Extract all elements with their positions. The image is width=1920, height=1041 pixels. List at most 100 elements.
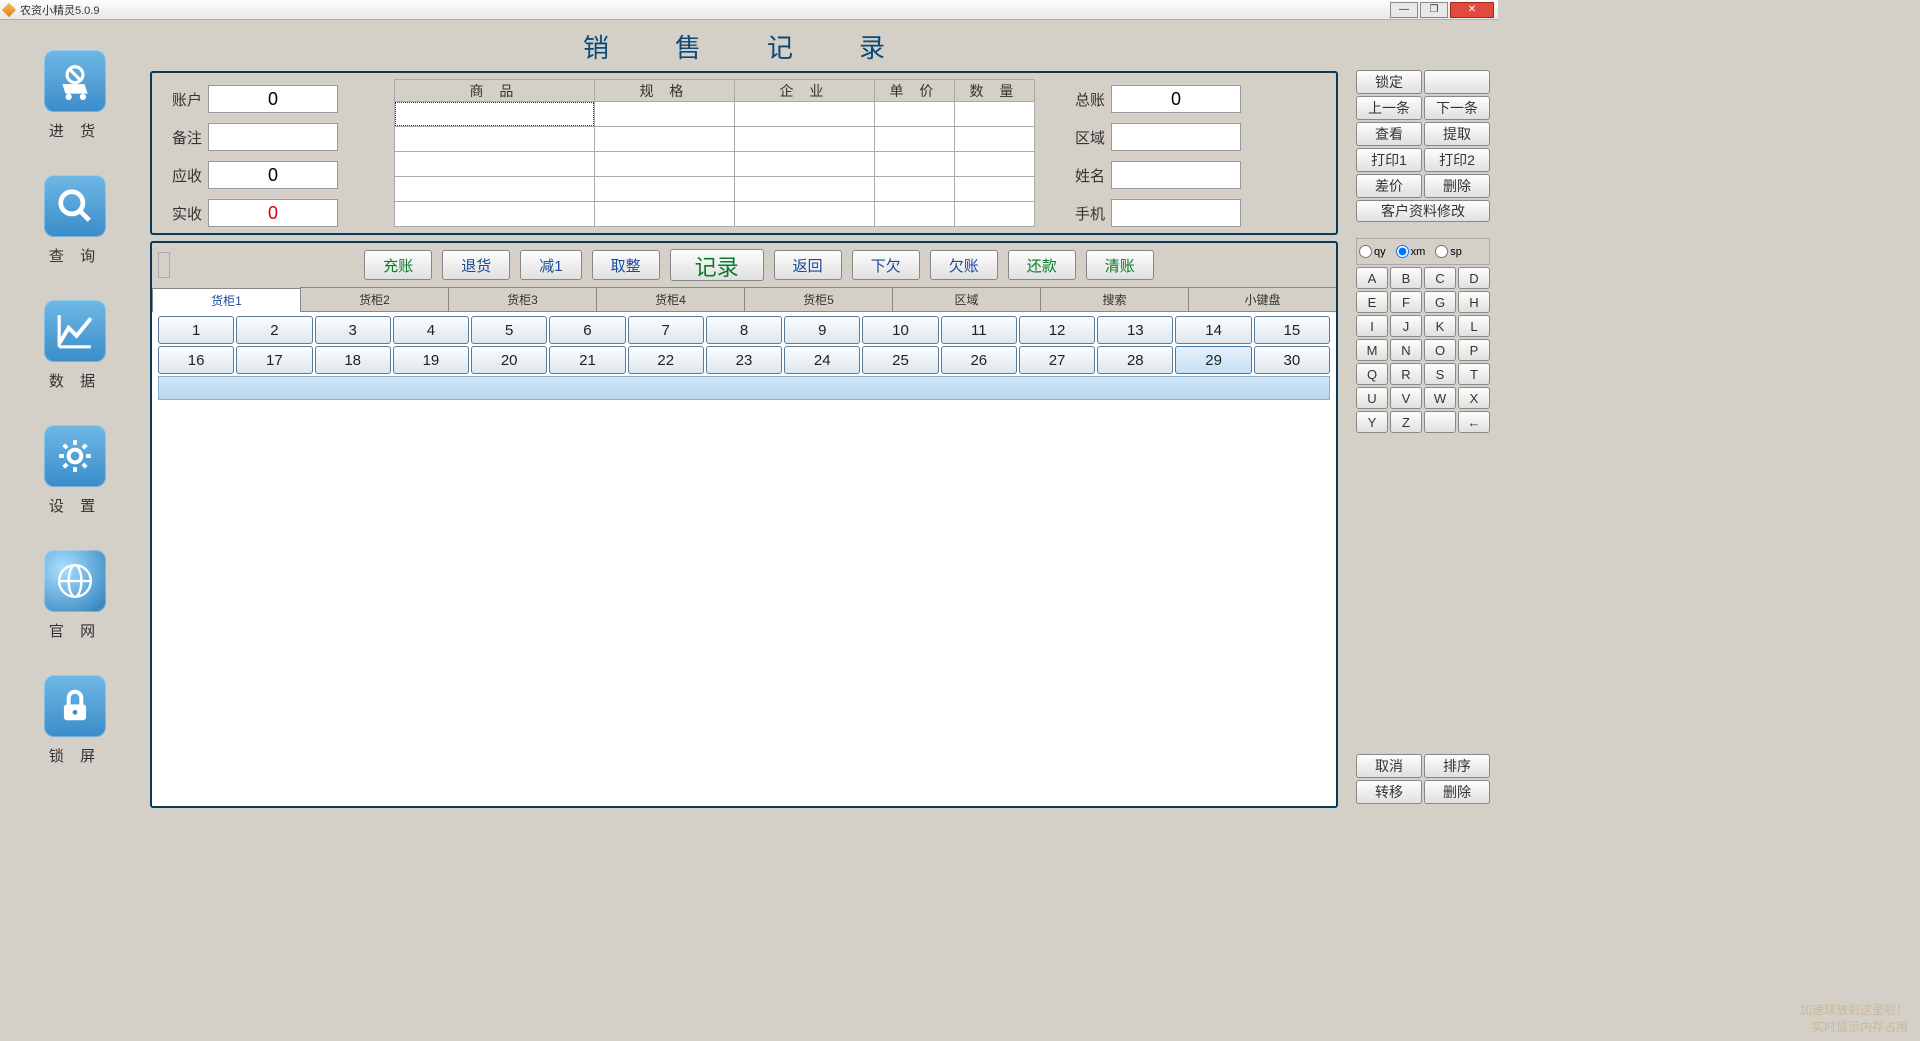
key-Y[interactable]: Y — [1356, 411, 1388, 433]
cell[interactable] — [955, 152, 1035, 177]
cell[interactable] — [875, 102, 955, 127]
tab-shelf1[interactable]: 货柜1 — [152, 288, 301, 312]
cell[interactable] — [595, 152, 735, 177]
key-O[interactable]: O — [1424, 339, 1456, 361]
delete-button[interactable]: 删除 — [1424, 174, 1490, 198]
key-J[interactable]: J — [1390, 315, 1422, 337]
backspace-key[interactable]: ← — [1458, 411, 1490, 433]
number-button-22[interactable]: 22 — [628, 346, 704, 374]
key-X[interactable]: X — [1458, 387, 1490, 409]
tab-shelf3[interactable]: 货柜3 — [448, 287, 597, 311]
sidebar-item-website[interactable]: 官 网 — [44, 550, 106, 641]
key-S[interactable]: S — [1424, 363, 1456, 385]
number-button-15[interactable]: 15 — [1254, 316, 1330, 344]
tab-shelf2[interactable]: 货柜2 — [300, 287, 449, 311]
number-button-6[interactable]: 6 — [549, 316, 625, 344]
cell[interactable] — [955, 177, 1035, 202]
cell[interactable] — [395, 177, 595, 202]
number-button-27[interactable]: 27 — [1019, 346, 1095, 374]
cell[interactable] — [955, 127, 1035, 152]
key-H[interactable]: H — [1458, 291, 1490, 313]
radio-xm[interactable]: xm — [1396, 245, 1426, 258]
cancel-button[interactable]: 取消 — [1356, 754, 1422, 778]
sidebar-item-lock[interactable]: 锁 屏 — [44, 675, 106, 766]
cell[interactable] — [395, 152, 595, 177]
prev-button[interactable]: 上一条 — [1356, 96, 1422, 120]
cell[interactable] — [735, 202, 875, 227]
cell[interactable] — [735, 102, 875, 127]
cell[interactable] — [395, 202, 595, 227]
radio-qy[interactable]: qy — [1359, 245, 1386, 258]
number-button-12[interactable]: 12 — [1019, 316, 1095, 344]
key-M[interactable]: M — [1356, 339, 1388, 361]
cell[interactable] — [735, 177, 875, 202]
transfer-button[interactable]: 转移 — [1356, 780, 1422, 804]
minimize-button[interactable]: — — [1390, 2, 1418, 18]
radio-sp[interactable]: sp — [1435, 245, 1462, 258]
number-button-19[interactable]: 19 — [393, 346, 469, 374]
lock-button[interactable]: 锁定 — [1356, 70, 1422, 94]
key-A[interactable]: A — [1356, 267, 1388, 289]
number-button-4[interactable]: 4 — [393, 316, 469, 344]
total-input[interactable] — [1111, 85, 1241, 113]
charge-button[interactable]: 充账 — [364, 250, 432, 280]
tab-shelf5[interactable]: 货柜5 — [744, 287, 893, 311]
key-I[interactable]: I — [1356, 315, 1388, 337]
diff-button[interactable]: 差价 — [1356, 174, 1422, 198]
tab-region[interactable]: 区域 — [892, 287, 1041, 311]
key-D[interactable]: D — [1458, 267, 1490, 289]
key-C[interactable]: C — [1424, 267, 1456, 289]
number-button-18[interactable]: 18 — [315, 346, 391, 374]
remark-input[interactable] — [208, 123, 338, 151]
tab-keypad[interactable]: 小键盘 — [1188, 287, 1337, 311]
key-T[interactable]: T — [1458, 363, 1490, 385]
print2-button[interactable]: 打印2 — [1424, 148, 1490, 172]
key-K[interactable]: K — [1424, 315, 1456, 337]
print1-button[interactable]: 打印1 — [1356, 148, 1422, 172]
back-button[interactable]: 返回 — [774, 250, 842, 280]
lock-blank-button[interactable] — [1424, 70, 1490, 94]
edit-customer-button[interactable]: 客户资料修改 — [1356, 200, 1490, 222]
number-button-2[interactable]: 2 — [236, 316, 312, 344]
sidebar-item-settings[interactable]: 设 置 — [44, 425, 106, 516]
key-V[interactable]: V — [1390, 387, 1422, 409]
cell[interactable] — [595, 127, 735, 152]
name-input[interactable] — [1111, 161, 1241, 189]
number-button-23[interactable]: 23 — [706, 346, 782, 374]
maximize-button[interactable]: ❐ — [1420, 2, 1448, 18]
phone-input[interactable] — [1111, 199, 1241, 227]
number-button-20[interactable]: 20 — [471, 346, 547, 374]
delete2-button[interactable]: 删除 — [1424, 780, 1490, 804]
cell[interactable] — [735, 152, 875, 177]
drag-handle[interactable] — [158, 252, 170, 278]
number-button-17[interactable]: 17 — [236, 346, 312, 374]
tab-search[interactable]: 搜索 — [1040, 287, 1189, 311]
number-button-5[interactable]: 5 — [471, 316, 547, 344]
tab-shelf4[interactable]: 货柜4 — [596, 287, 745, 311]
number-button-14[interactable]: 14 — [1175, 316, 1251, 344]
repay-button[interactable]: 还款 — [1008, 250, 1076, 280]
number-button-25[interactable]: 25 — [862, 346, 938, 374]
number-button-29[interactable]: 29 — [1175, 346, 1251, 374]
sidebar-item-query[interactable]: 查 询 — [44, 175, 106, 266]
key-B[interactable]: B — [1390, 267, 1422, 289]
cell[interactable] — [875, 127, 955, 152]
key-R[interactable]: R — [1390, 363, 1422, 385]
owe-button[interactable]: 下欠 — [852, 250, 920, 280]
cell[interactable] — [395, 127, 595, 152]
sidebar-item-data[interactable]: 数 据 — [44, 300, 106, 391]
key-E[interactable]: E — [1356, 291, 1388, 313]
cell[interactable] — [955, 202, 1035, 227]
number-button-7[interactable]: 7 — [628, 316, 704, 344]
cell[interactable] — [595, 177, 735, 202]
debt-button[interactable]: 欠账 — [930, 250, 998, 280]
region-input[interactable] — [1111, 123, 1241, 151]
number-button-26[interactable]: 26 — [941, 346, 1017, 374]
number-button-21[interactable]: 21 — [549, 346, 625, 374]
received-input[interactable] — [208, 199, 338, 227]
round-button[interactable]: 取整 — [592, 250, 660, 280]
next-button[interactable]: 下一条 — [1424, 96, 1490, 120]
cell[interactable] — [955, 102, 1035, 127]
close-button[interactable]: ✕ — [1450, 2, 1494, 18]
number-button-16[interactable]: 16 — [158, 346, 234, 374]
